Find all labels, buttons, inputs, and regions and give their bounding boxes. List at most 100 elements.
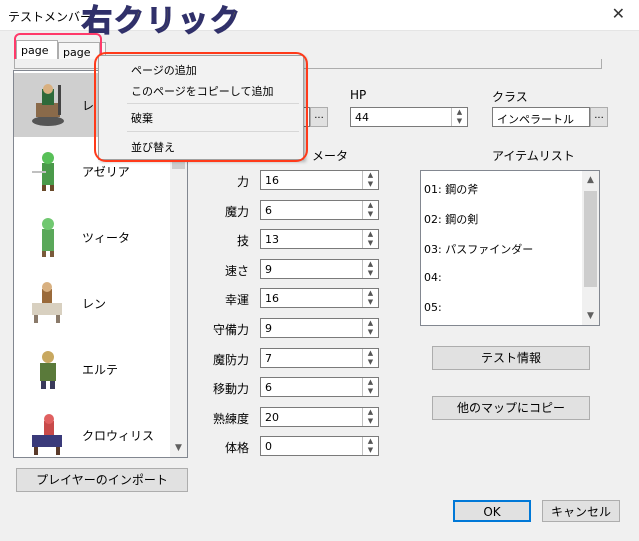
unit-name: ツィータ	[82, 231, 131, 245]
param-label: 守備力	[212, 323, 249, 337]
param-value: 16	[265, 292, 279, 306]
param-spinner[interactable]: ▲ ▼	[362, 200, 378, 219]
item-row[interactable]: 05:	[424, 301, 442, 314]
spin-down-icon[interactable]: ▼	[363, 446, 378, 455]
param-spinner[interactable]: ▲ ▼	[362, 171, 378, 189]
param-field[interactable]: 9 ▲ ▼	[260, 258, 379, 279]
cancel-button[interactable]: キャンセル	[542, 500, 620, 522]
param-field[interactable]: 7 ▲ ▼	[260, 347, 379, 368]
unit-list-item[interactable]: ツィータ	[14, 205, 172, 269]
copy-to-other-map-button[interactable]: 他のマップにコピー	[432, 396, 590, 420]
item-list-label: アイテムリスト	[492, 149, 575, 163]
param-spinner[interactable]: ▲ ▼	[362, 378, 378, 397]
param-field[interactable]: 6 ▲ ▼	[260, 377, 379, 398]
param-label: 力	[236, 175, 249, 189]
param-spinner[interactable]: ▲ ▼	[362, 259, 378, 278]
spin-down-icon[interactable]: ▼	[452, 117, 467, 126]
spin-down-icon[interactable]: ▼	[363, 417, 378, 426]
scroll-up-icon[interactable]: ▲	[582, 175, 599, 185]
spin-up-icon[interactable]: ▲	[363, 289, 378, 298]
param-spinner[interactable]: ▲ ▼	[362, 289, 378, 308]
item-row[interactable]: 01: 鋼の斧	[424, 181, 478, 197]
annotation-right-click: 右クリック	[81, 3, 242, 40]
class-field[interactable]: インペラートル	[492, 107, 590, 127]
context-menu-annotation-outline	[94, 52, 308, 162]
param-field[interactable]: 6 ▲ ▼	[260, 199, 379, 220]
param-spinner[interactable]: ▲ ▼	[362, 319, 378, 337]
param-spinner[interactable]: ▲ ▼	[362, 348, 378, 367]
param-label: 幸運	[224, 293, 249, 308]
spin-up-icon[interactable]: ▲	[363, 201, 378, 210]
archer-sprite-icon	[42, 218, 54, 257]
param-value: 0	[265, 440, 272, 454]
param-value: 7	[265, 351, 272, 365]
spin-up-icon[interactable]: ▲	[452, 108, 467, 117]
param-value: 6	[265, 203, 272, 217]
spin-down-icon[interactable]: ▼	[363, 358, 378, 367]
spin-up-icon[interactable]: ▲	[363, 260, 378, 269]
param-field[interactable]: 13 ▲ ▼	[260, 229, 379, 250]
param-spinner[interactable]: ▲ ▼	[362, 230, 378, 249]
hp-spinner[interactable]: ▲ ▼	[451, 108, 467, 126]
ok-button[interactable]: OK	[453, 500, 531, 522]
close-icon[interactable]: ✕	[612, 4, 625, 23]
window-title: テストメンバー	[8, 10, 93, 24]
param-field[interactable]: 9 ▲ ▼	[260, 318, 379, 338]
hp-label: HP	[350, 88, 367, 102]
class-value: インペラートル	[497, 113, 574, 126]
param-value: 16	[265, 174, 279, 187]
unit-name: クロウィリス	[82, 429, 155, 443]
unit-list-item[interactable]: エルテ	[14, 337, 172, 401]
unit-list-item[interactable]: レン	[14, 271, 172, 335]
spin-up-icon[interactable]: ▲	[363, 171, 378, 180]
spin-down-icon[interactable]: ▼	[363, 269, 378, 278]
spin-up-icon[interactable]: ▲	[363, 378, 378, 387]
spin-down-icon[interactable]: ▼	[363, 210, 378, 219]
param-value: 20	[265, 410, 279, 424]
unit-list-item[interactable]: クロウィリス	[14, 403, 172, 457]
class-label: クラス	[492, 90, 528, 104]
spin-up-icon[interactable]: ▲	[363, 319, 378, 328]
item-row[interactable]: 04:	[424, 271, 442, 284]
spin-up-icon[interactable]: ▲	[363, 437, 378, 446]
cavalier-sprite-icon	[32, 414, 62, 455]
spin-up-icon[interactable]: ▲	[363, 349, 378, 358]
scroll-down-icon[interactable]: ▼	[582, 311, 599, 321]
item-row[interactable]: 02: 鋼の剣	[424, 211, 478, 227]
item-list[interactable]: 01: 鋼の斧 02: 鋼の剣 03: パスファインダー 04: 05: ▲ ▼	[420, 170, 600, 326]
param-label: 魔防力	[212, 352, 249, 367]
param-field[interactable]: 20 ▲ ▼	[260, 406, 379, 427]
hp-field[interactable]: 44 ▲ ▼	[350, 107, 468, 127]
param-field[interactable]: 16 ▲ ▼	[260, 170, 379, 190]
spin-down-icon[interactable]: ▼	[363, 298, 378, 307]
param-spinner[interactable]: ▲ ▼	[362, 407, 378, 426]
params-header: メータ	[312, 149, 349, 163]
class-select-button[interactable]: ...	[590, 107, 608, 127]
scroll-down-icon[interactable]: ▼	[170, 443, 187, 453]
partial-dots-button[interactable]: ...	[310, 107, 328, 127]
param-value: 9	[265, 262, 272, 276]
knight-sprite-icon	[32, 84, 64, 126]
import-player-button[interactable]: プレイヤーのインポート	[16, 468, 188, 492]
swordswoman-sprite-icon	[32, 152, 54, 191]
param-field[interactable]: 16 ▲ ▼	[260, 288, 379, 309]
rider-sprite-icon	[32, 282, 62, 323]
param-label: 移動力	[212, 382, 249, 397]
spin-up-icon[interactable]: ▲	[363, 230, 378, 239]
param-spinner[interactable]: ▲ ▼	[362, 437, 378, 456]
item-list-scrollbar[interactable]: ▲ ▼	[582, 171, 599, 325]
param-field[interactable]: 0 ▲ ▼	[260, 436, 379, 457]
spin-down-icon[interactable]: ▼	[363, 239, 378, 248]
test-info-button[interactable]: テスト情報	[432, 346, 590, 370]
spin-down-icon[interactable]: ▼	[363, 387, 378, 396]
unit-name: エルテ	[82, 363, 119, 377]
spin-down-icon[interactable]: ▼	[363, 180, 378, 189]
param-label: 魔力	[224, 204, 249, 219]
param-value: 6	[265, 381, 272, 395]
item-row[interactable]: 03: パスファインダー	[424, 241, 533, 257]
spin-up-icon[interactable]: ▲	[363, 408, 378, 417]
scrollbar-thumb[interactable]	[584, 191, 597, 287]
spin-down-icon[interactable]: ▼	[363, 328, 378, 337]
param-value: 9	[265, 322, 272, 335]
param-label: 速さ	[224, 263, 249, 278]
